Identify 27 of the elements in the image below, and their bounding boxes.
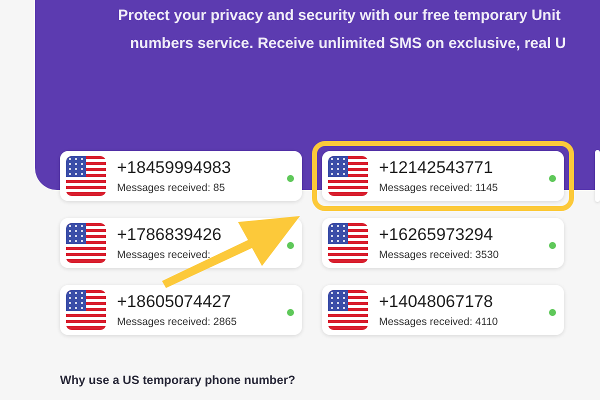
hero-text: Protect your privacy and security with our free temporary Unit xyxy=(118,6,561,25)
message-count: Messages received: 1145 xyxy=(379,180,499,194)
phone-number: +12142543771 xyxy=(379,158,494,178)
card xyxy=(595,150,600,202)
message-count: Messages received: 85 xyxy=(117,180,226,194)
phone-number: +16265973294 xyxy=(379,224,494,244)
phone-number-card[interactable]: +12142543771 Messages received: 1145 xyxy=(322,151,564,201)
phone-number: +18605074427 xyxy=(117,292,232,312)
phone-number-card[interactable]: +16265973294 Messages received: 3530 xyxy=(322,218,564,268)
phone-number-card[interactable]: +14048067178 Messages received: 4110 xyxy=(322,285,564,335)
phone-number: +14048067178 xyxy=(379,292,494,312)
hero-text: numbers service. Receive unlimited SMS on exclusive, real U xyxy=(130,34,566,53)
us-flag-icon xyxy=(66,223,106,263)
section-heading: Why use a US temporary phone number? xyxy=(60,372,296,389)
us-flag-icon xyxy=(66,290,106,330)
message-count: Messages received: 4110 xyxy=(379,314,499,328)
phone-number-card[interactable]: +18605074427 Messages received: 2865 xyxy=(60,285,302,335)
message-count: Messages received: 2865 xyxy=(117,314,238,328)
us-flag-icon xyxy=(66,156,106,196)
us-flag-icon xyxy=(328,223,368,263)
phone-number-card[interactable]: +18459994983 Messages received: 85 xyxy=(60,151,302,201)
us-flag-icon xyxy=(328,290,368,330)
phone-number: +18459994983 xyxy=(117,158,232,178)
phone-number: +1786839426 xyxy=(117,224,222,244)
message-count: Messages received: 3530 xyxy=(379,248,500,262)
us-flag-icon xyxy=(328,156,368,196)
message-count: Messages received: xyxy=(117,248,212,262)
